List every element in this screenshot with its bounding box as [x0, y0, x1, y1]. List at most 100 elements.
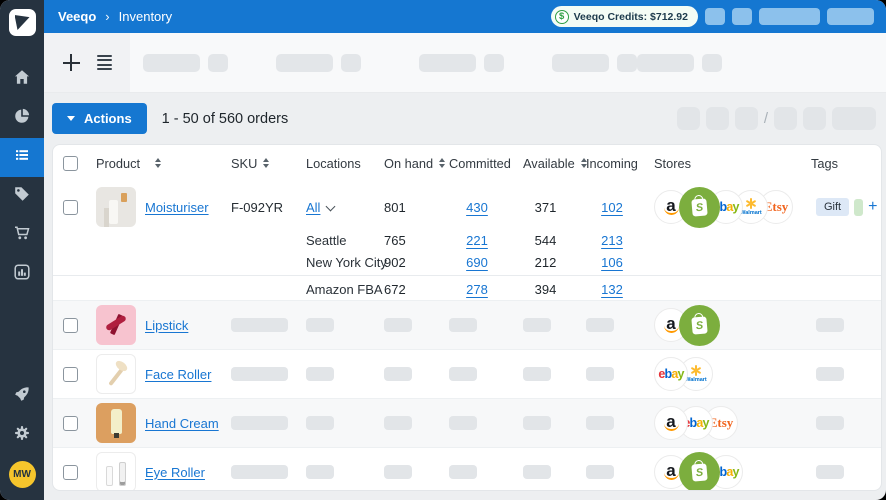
top-header-bar: Veeqo › Inventory $ Veeqo Credits: $712.… [44, 0, 886, 33]
store-icon-stack: aebayEtsy [654, 406, 738, 440]
placeholder-cell [441, 367, 513, 381]
sidebar-item-analytics[interactable] [0, 99, 44, 138]
committed-link[interactable]: 430 [466, 200, 488, 215]
incoming-link[interactable]: 132 [601, 282, 623, 297]
column-header-sku[interactable]: SKU [225, 156, 301, 171]
sidebar-item-orders[interactable] [0, 216, 44, 255]
incoming-link[interactable]: 213 [601, 233, 623, 248]
topbar-actions: $ Veeqo Credits: $712.92 [551, 6, 874, 27]
gear-icon [14, 425, 30, 446]
placeholder-cell [301, 318, 376, 332]
toolbar-placeholder[interactable] [208, 54, 228, 72]
data-placeholder [449, 318, 477, 332]
tag-pill[interactable]: Gift [816, 198, 849, 216]
product-cell: Hand Cream [89, 403, 225, 443]
toolbar-placeholder[interactable] [617, 54, 637, 72]
committed-link[interactable]: 278 [466, 282, 488, 297]
data-placeholder [231, 416, 288, 430]
sidebar-item-home[interactable] [0, 60, 44, 99]
placeholder-cell [798, 416, 881, 430]
toolbar-filter-group [419, 54, 504, 72]
location-cell: Amazon FBA [301, 282, 376, 297]
column-header-product[interactable]: Product [89, 156, 225, 171]
toolbar-filter-group [143, 54, 228, 72]
veeqo-credits-badge[interactable]: $ Veeqo Credits: $712.92 [551, 6, 698, 27]
menu-icon[interactable] [97, 55, 112, 71]
sidebar-item-boost[interactable] [0, 377, 44, 416]
sku-cell: F-092YR [225, 200, 301, 215]
walmart-spark-icon [746, 198, 757, 209]
actions-button[interactable]: Actions [52, 103, 147, 134]
sort-icon [155, 158, 161, 168]
breadcrumb-brand[interactable]: Veeqo [58, 9, 96, 24]
product-link[interactable]: Moisturiser [145, 200, 209, 215]
topbar-placeholder-button[interactable] [732, 8, 752, 25]
toolbar-placeholder[interactable] [276, 54, 333, 72]
select-all-checkbox[interactable] [63, 156, 78, 171]
on-hand-value-cell: 801 [376, 200, 441, 215]
toolbar-placeholder[interactable] [143, 54, 200, 72]
pagination-placeholder[interactable] [803, 107, 826, 130]
shopify-store-icon: S [679, 187, 720, 228]
column-header-available[interactable]: Available [513, 156, 578, 171]
data-placeholder [306, 416, 334, 430]
product-link[interactable]: Face Roller [145, 367, 211, 382]
add-tag-button[interactable]: + [868, 199, 877, 215]
placeholder-cell [441, 416, 513, 430]
toolbar-placeholder[interactable] [552, 54, 609, 72]
product-thumbnail [96, 452, 136, 491]
committed-link[interactable]: 221 [466, 233, 488, 248]
table-row: LipstickaS [53, 301, 881, 350]
sidebar-item-inventory[interactable] [0, 138, 44, 177]
column-header-tags: Tags [798, 156, 881, 171]
topbar-placeholder-button[interactable] [759, 8, 820, 25]
location-expander[interactable]: All [306, 200, 320, 215]
pagination-placeholder[interactable] [706, 107, 729, 130]
pagination-placeholder[interactable] [677, 107, 700, 130]
toolbar-placeholder[interactable] [702, 54, 722, 72]
data-placeholder [306, 318, 334, 332]
sidebar-item-settings[interactable] [0, 416, 44, 455]
toolbar-placeholder[interactable] [419, 54, 476, 72]
incoming-link[interactable]: 106 [601, 255, 623, 270]
placeholder-cell [513, 367, 578, 381]
product-link[interactable]: Hand Cream [145, 416, 219, 431]
incoming-link[interactable]: 102 [601, 200, 623, 215]
stores-cell: aebayEtsy [646, 406, 798, 440]
product-cell: Moisturiser [89, 187, 225, 227]
row-checkbox[interactable] [63, 416, 78, 431]
committed-link[interactable]: 690 [466, 255, 488, 270]
toolbar-placeholder[interactable] [637, 54, 694, 72]
topbar-placeholder-button[interactable] [827, 8, 874, 25]
pagination-placeholder[interactable] [774, 107, 797, 130]
location-name: New York City [306, 255, 387, 270]
walmart-logo: Walmart [685, 365, 707, 383]
sku-cell [225, 416, 301, 430]
shopify-letter: S [695, 466, 703, 479]
placeholder-cell [513, 416, 578, 430]
sidebar-item-tags[interactable] [0, 177, 44, 216]
user-avatar[interactable]: MW [9, 461, 36, 488]
data-placeholder [816, 367, 844, 381]
row-checkbox[interactable] [63, 367, 78, 382]
add-icon[interactable] [63, 54, 80, 71]
product-link[interactable]: Lipstick [145, 318, 188, 333]
pagination-placeholder[interactable] [832, 107, 876, 130]
product-link[interactable]: Eye Roller [145, 465, 205, 480]
pagination-placeholder[interactable] [735, 107, 758, 130]
placeholder-cell [301, 465, 376, 479]
sidebar-item-reports[interactable] [0, 255, 44, 294]
topbar-placeholder-button[interactable] [705, 8, 725, 25]
inventory-table: ProductSKULocationsOn handCommittedAvail… [52, 144, 882, 491]
row-checkbox[interactable] [63, 318, 78, 333]
on-hand-value: 765 [384, 233, 406, 248]
toolbar-placeholder[interactable] [341, 54, 361, 72]
toolbar-placeholder[interactable] [484, 54, 504, 72]
data-placeholder [523, 318, 551, 332]
column-header-on-hand[interactable]: On hand [376, 156, 441, 171]
row-checkbox[interactable] [63, 465, 78, 480]
column-label: Available [523, 156, 575, 171]
toolbar-icon-group [44, 33, 130, 92]
row-checkbox[interactable] [63, 200, 78, 215]
sidebar-footer: MW [0, 377, 44, 500]
